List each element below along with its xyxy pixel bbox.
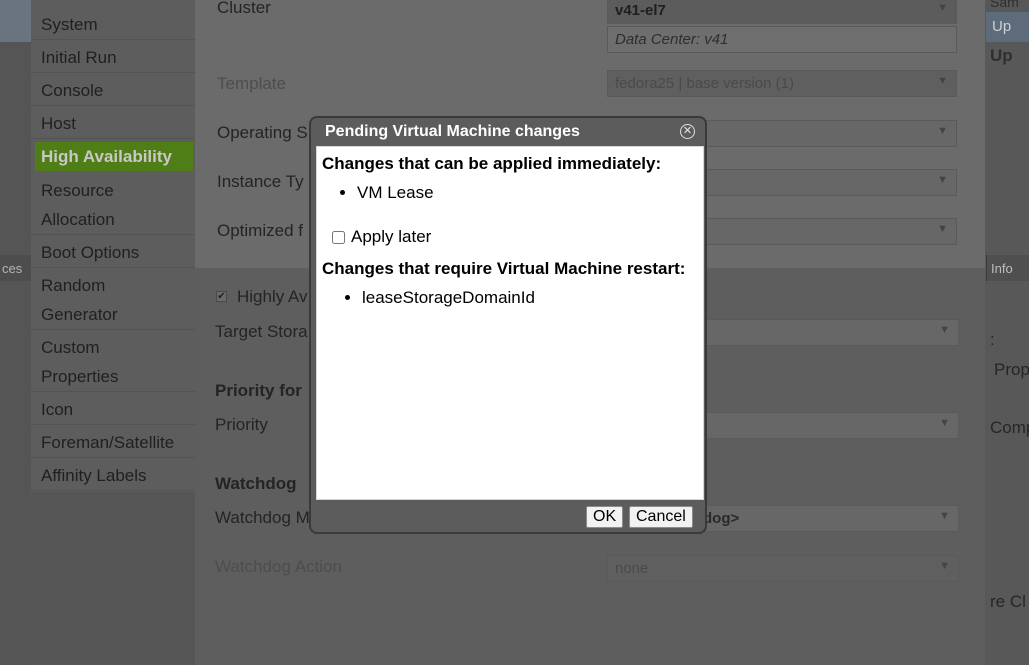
sidebar-item-initial-run[interactable]: Initial Run bbox=[31, 43, 195, 73]
chevron-down-icon: ▼ bbox=[939, 510, 950, 522]
chevron-down-icon: ▼ bbox=[937, 223, 948, 235]
apply-later-label: Apply later bbox=[351, 227, 432, 246]
instance-type-label: Instance Ty bbox=[217, 172, 304, 191]
dialog-footer: OK Cancel bbox=[311, 502, 705, 532]
sidebar-item-custom-properties[interactable]: Custom Properties bbox=[31, 333, 195, 392]
sidebar-item-high-availability[interactable]: High Availability bbox=[35, 142, 193, 171]
watchdog-action-label: Watchdog Action bbox=[215, 557, 342, 576]
sidebar-item-system[interactable]: System bbox=[31, 10, 195, 40]
sidebar-item-console[interactable]: Console bbox=[31, 76, 195, 106]
chevron-down-icon: ▼ bbox=[937, 75, 948, 87]
immediate-changes-header: Changes that can be applied immediately: bbox=[322, 154, 662, 173]
left-edge-tab[interactable]: ces bbox=[0, 255, 31, 281]
chevron-down-icon: ▼ bbox=[937, 174, 948, 186]
immediate-changes-list: VM Lease bbox=[357, 183, 434, 203]
sidebar-item-affinity-labels[interactable]: Affinity Labels bbox=[31, 461, 195, 491]
left-edge-header bbox=[0, 0, 31, 42]
right-edge-text-prop: Prop bbox=[994, 360, 1029, 379]
right-edge-text-colon: : bbox=[990, 330, 995, 349]
template-label: Template bbox=[217, 74, 286, 93]
pending-changes-dialog: Pending Virtual Machine changes ✕ Change… bbox=[309, 116, 707, 534]
chevron-down-icon: ▼ bbox=[937, 2, 948, 14]
chevron-down-icon: ▼ bbox=[937, 125, 948, 137]
operating-system-label: Operating S bbox=[217, 123, 308, 142]
template-value: fedora25 | base version (1) bbox=[615, 75, 794, 92]
template-select[interactable]: fedora25 | base version (1) ▼ bbox=[607, 70, 957, 97]
optimized-for-label: Optimized f bbox=[217, 221, 303, 240]
sidebar-item-resource-allocation[interactable]: Resource Allocation bbox=[31, 176, 195, 235]
cluster-label: Cluster bbox=[217, 0, 271, 17]
tab-info[interactable]: Info bbox=[986, 255, 1029, 281]
cluster-select[interactable]: v41-el7 ▼ bbox=[607, 0, 957, 24]
right-edge-band: Up bbox=[986, 12, 1029, 42]
sidebar-item-host[interactable]: Host bbox=[31, 109, 195, 139]
ok-button[interactable]: OK bbox=[586, 506, 624, 528]
apply-later-row[interactable]: Apply later bbox=[332, 227, 431, 247]
highly-available-label: Highly Av bbox=[237, 287, 308, 306]
dialog-sidebar: System Initial Run Console Host High Ava… bbox=[31, 0, 195, 665]
sidebar-item-random-generator[interactable]: Random Generator bbox=[31, 271, 195, 330]
dialog-title: Pending Virtual Machine changes bbox=[325, 123, 580, 140]
chevron-down-icon: ▼ bbox=[939, 324, 950, 336]
sidebar-item-icon[interactable]: Icon bbox=[31, 395, 195, 425]
priority-section-header: Priority for bbox=[215, 381, 302, 400]
watchdog-action-value: none bbox=[615, 560, 649, 577]
close-icon[interactable]: ✕ bbox=[680, 124, 695, 139]
right-edge-text-comp: Comp bbox=[990, 418, 1029, 437]
cluster-value: v41-el7 bbox=[615, 2, 666, 19]
right-edge-text-cl: re Cl bbox=[990, 592, 1026, 611]
restart-changes-header: Changes that require Virtual Machine res… bbox=[322, 259, 686, 278]
watchdog-action-select[interactable]: none ▼ bbox=[607, 555, 959, 582]
right-edge-top-text: Sam bbox=[990, 0, 1019, 10]
dialog-body: Changes that can be applied immediately:… bbox=[316, 146, 704, 500]
cancel-button[interactable]: Cancel bbox=[629, 506, 693, 528]
watchdog-section-header: Watchdog bbox=[215, 474, 297, 493]
priority-label: Priority bbox=[215, 415, 268, 434]
sidebar-item-foreman-satellite[interactable]: Foreman/Satellite bbox=[31, 428, 195, 458]
data-center-field: Data Center: v41 bbox=[607, 26, 957, 53]
apply-later-checkbox[interactable] bbox=[332, 230, 345, 244]
target-storage-label: Target Stora bbox=[215, 322, 308, 341]
status-text: Up bbox=[990, 46, 1013, 65]
list-item: leaseStorageDomainId bbox=[362, 288, 535, 308]
left-edge-panel: ces bbox=[0, 0, 31, 665]
watchdog-model-label: Watchdog M bbox=[215, 508, 310, 527]
right-edge-panel: Sam Up Up Info : Prop Comp re Cl bbox=[986, 0, 1029, 665]
sidebar-list: System Initial Run Console Host High Ava… bbox=[31, 0, 195, 492]
chevron-down-icon: ▼ bbox=[939, 417, 950, 429]
highly-available-checkbox[interactable]: ✔ bbox=[216, 291, 227, 302]
restart-changes-list: leaseStorageDomainId bbox=[362, 288, 535, 308]
list-item: VM Lease bbox=[357, 183, 434, 203]
chevron-down-icon: ▼ bbox=[939, 560, 950, 572]
sidebar-item-boot-options[interactable]: Boot Options bbox=[31, 238, 195, 268]
